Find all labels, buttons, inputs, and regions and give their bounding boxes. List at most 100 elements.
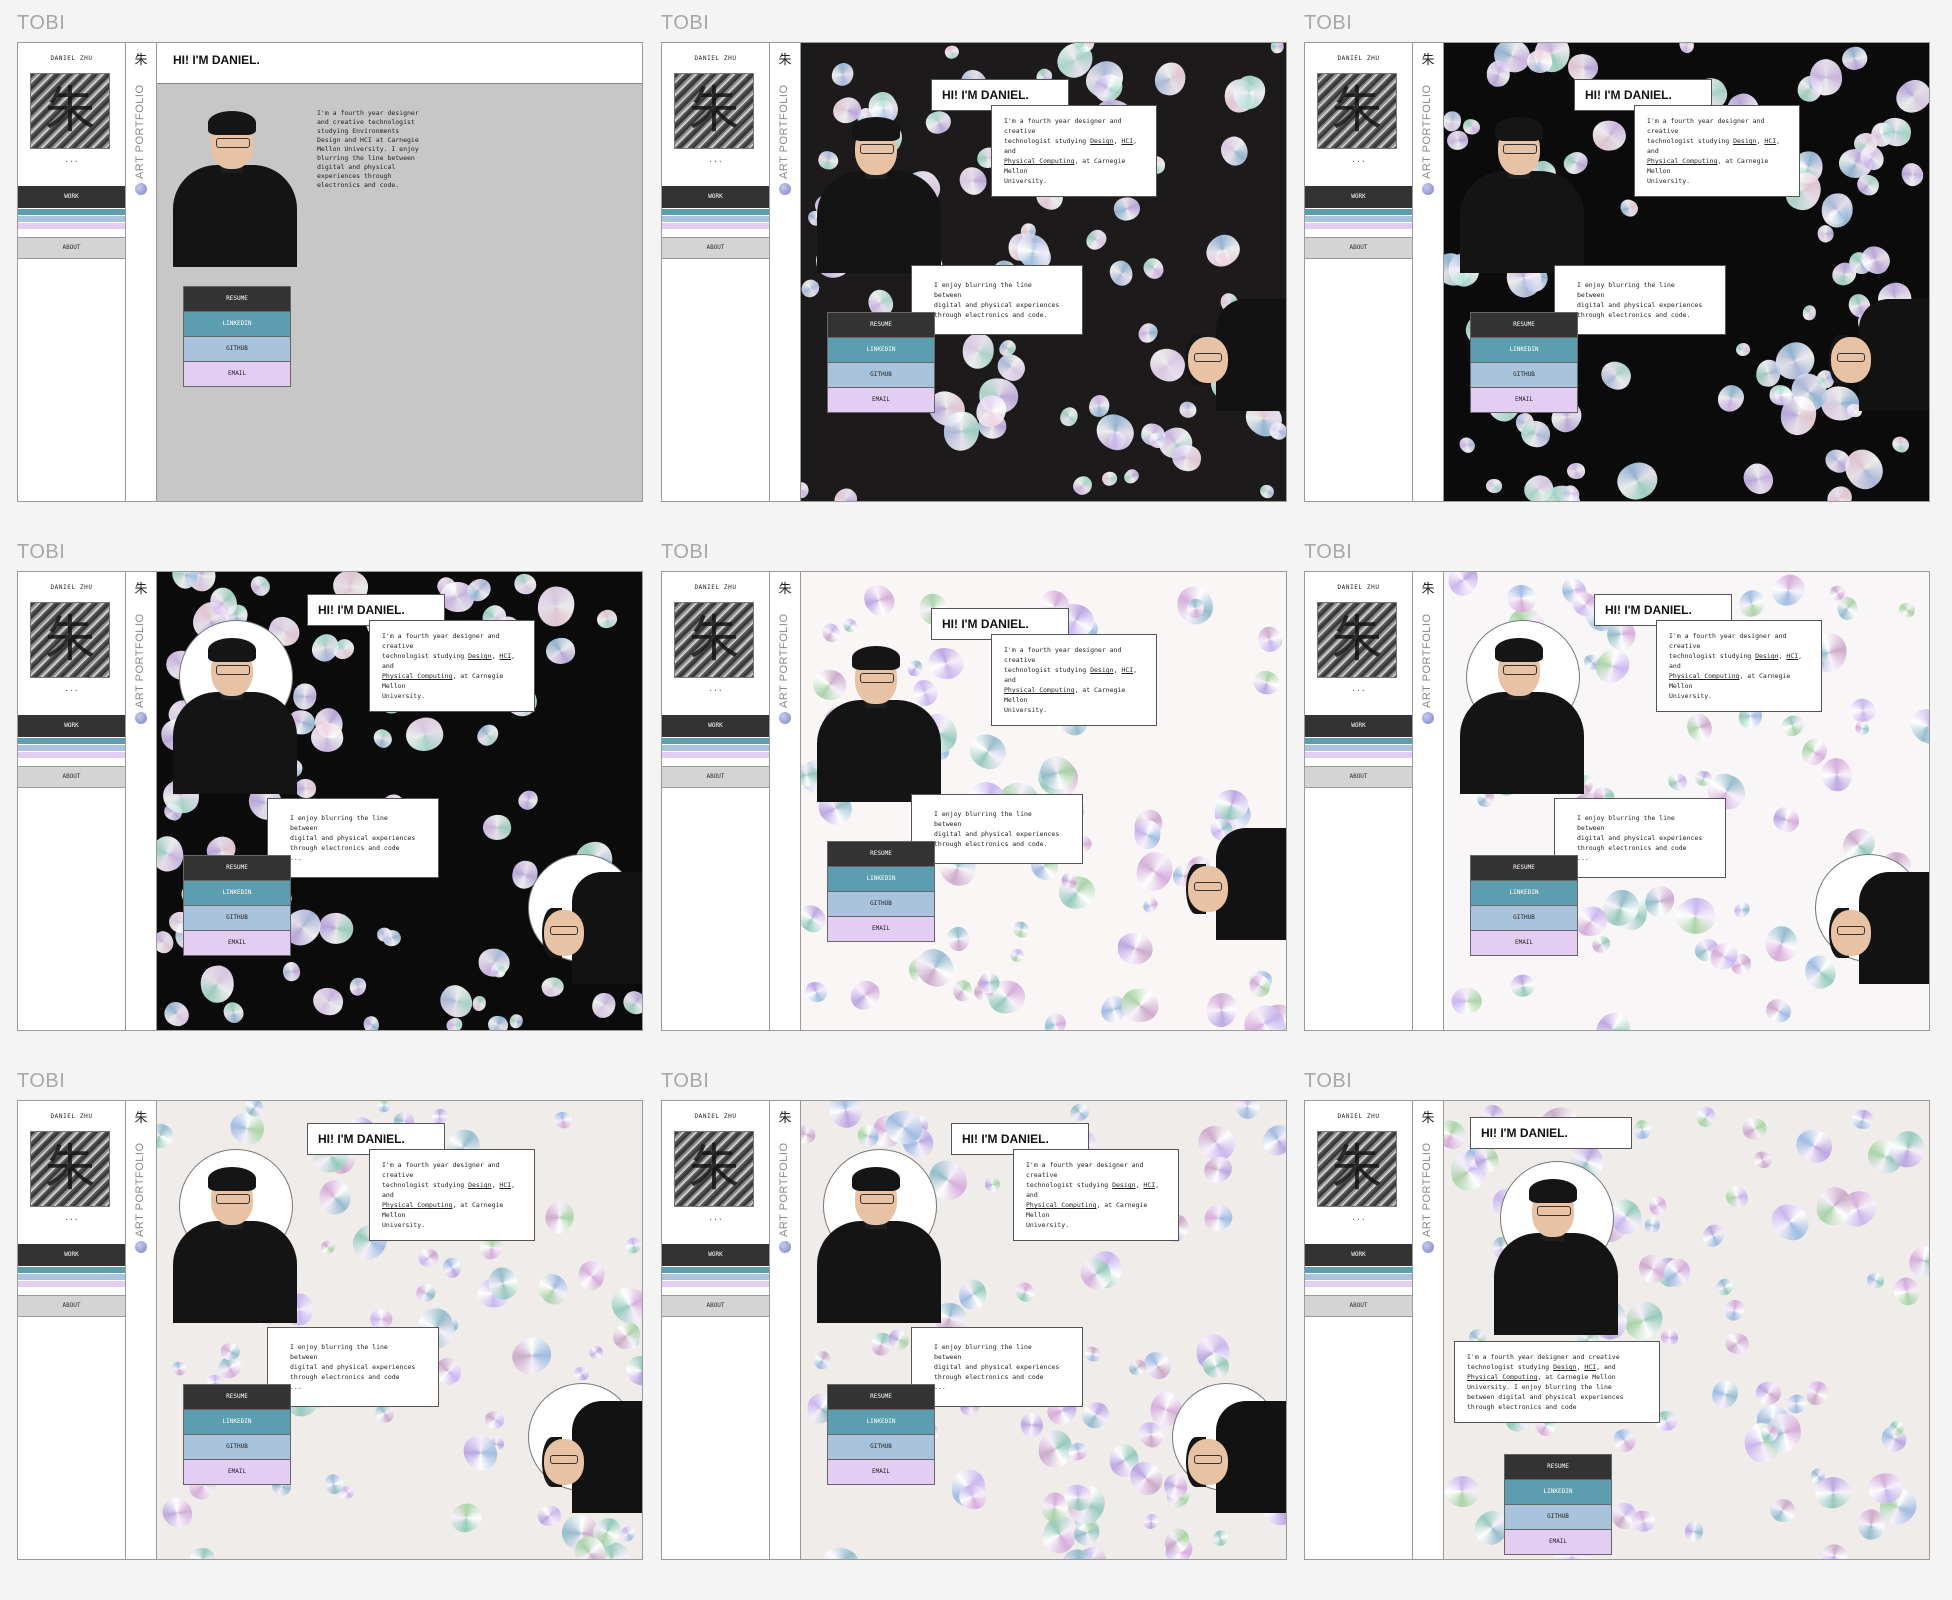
email-button[interactable]: EMAIL (183, 361, 291, 387)
nav-about[interactable]: ABOUT (1305, 1295, 1412, 1317)
linkedin-button[interactable]: LINKEDIN (183, 1409, 291, 1435)
shell-icon[interactable] (779, 183, 791, 195)
github-button[interactable]: GITHUB (1504, 1504, 1612, 1530)
nav-stripe-teal[interactable] (662, 738, 769, 744)
resume-button[interactable]: RESUME (827, 1384, 935, 1410)
email-button[interactable]: EMAIL (827, 1459, 935, 1485)
github-button[interactable]: GITHUB (1470, 905, 1578, 931)
art-portfolio-link[interactable]: ART PORTFOLIO (1421, 69, 1433, 179)
physical-computing-link[interactable]: Physical Computing (382, 1201, 452, 1209)
github-button[interactable]: GITHUB (183, 336, 291, 362)
github-button[interactable]: GITHUB (1470, 362, 1578, 388)
linkedin-button[interactable]: LINKEDIN (827, 866, 935, 892)
email-button[interactable]: EMAIL (827, 387, 935, 413)
hci-link[interactable]: HCI (1143, 1181, 1155, 1189)
email-button[interactable]: EMAIL (183, 1459, 291, 1485)
github-button[interactable]: GITHUB (827, 891, 935, 917)
nav-work[interactable]: WORK (1305, 186, 1412, 208)
nav-work[interactable]: WORK (18, 186, 125, 208)
email-button[interactable]: EMAIL (1470, 930, 1578, 956)
nav-work[interactable]: WORK (18, 1244, 125, 1266)
nav-stripe-blue[interactable] (662, 216, 769, 222)
email-button[interactable]: EMAIL (1470, 387, 1578, 413)
nav-stripe-blue[interactable] (18, 745, 125, 751)
nav-work[interactable]: WORK (1305, 1244, 1412, 1266)
nav-about[interactable]: ABOUT (1305, 237, 1412, 259)
nav-work[interactable]: WORK (662, 1244, 769, 1266)
design-link[interactable]: Design (1733, 137, 1756, 145)
nav-stripe-blue[interactable] (1305, 216, 1412, 222)
art-portfolio-link[interactable]: ART PORTFOLIO (134, 1127, 146, 1237)
nav-work[interactable]: WORK (18, 715, 125, 737)
shell-icon[interactable] (779, 712, 791, 724)
shell-icon[interactable] (779, 1241, 791, 1253)
physical-computing-link[interactable]: Physical Computing (1467, 1373, 1537, 1381)
linkedin-button[interactable]: LINKEDIN (183, 880, 291, 906)
physical-computing-link[interactable]: Physical Computing (1026, 1201, 1096, 1209)
nav-work[interactable]: WORK (662, 186, 769, 208)
design-link[interactable]: Design (1090, 666, 1113, 674)
nav-stripe-blue[interactable] (1305, 1274, 1412, 1280)
nav-about[interactable]: ABOUT (662, 766, 769, 788)
hci-link[interactable]: HCI (1786, 652, 1798, 660)
nav-stripe-lavender[interactable] (1305, 1281, 1412, 1287)
design-link[interactable]: Design (468, 652, 491, 660)
hci-link[interactable]: HCI (1121, 666, 1133, 674)
linkedin-button[interactable]: LINKEDIN (1470, 337, 1578, 363)
nav-stripe-teal[interactable] (1305, 1267, 1412, 1273)
art-portfolio-link[interactable]: ART PORTFOLIO (1421, 598, 1433, 708)
nav-stripe-lavender[interactable] (662, 752, 769, 758)
art-portfolio-link[interactable]: ART PORTFOLIO (778, 1127, 790, 1237)
nav-stripe-blue[interactable] (18, 1274, 125, 1280)
nav-stripe-lavender[interactable] (662, 223, 769, 229)
nav-stripe-lavender[interactable] (18, 752, 125, 758)
nav-stripe-teal[interactable] (18, 209, 125, 215)
nav-stripe-lavender[interactable] (1305, 752, 1412, 758)
linkedin-button[interactable]: LINKEDIN (1470, 880, 1578, 906)
linkedin-button[interactable]: LINKEDIN (827, 1409, 935, 1435)
email-button[interactable]: EMAIL (827, 916, 935, 942)
art-portfolio-link[interactable]: ART PORTFOLIO (134, 598, 146, 708)
github-button[interactable]: GITHUB (183, 1434, 291, 1460)
resume-button[interactable]: RESUME (183, 1384, 291, 1410)
design-link[interactable]: Design (1112, 1181, 1135, 1189)
nav-work[interactable]: WORK (662, 715, 769, 737)
shell-icon[interactable] (135, 183, 147, 195)
nav-about[interactable]: ABOUT (662, 237, 769, 259)
linkedin-button[interactable]: LINKEDIN (183, 311, 291, 337)
physical-computing-link[interactable]: Physical Computing (1669, 672, 1739, 680)
art-portfolio-link[interactable]: ART PORTFOLIO (778, 598, 790, 708)
hci-link[interactable]: HCI (1121, 137, 1133, 145)
resume-button[interactable]: RESUME (183, 286, 291, 312)
nav-stripe-teal[interactable] (18, 1267, 125, 1273)
shell-icon[interactable] (1422, 1241, 1434, 1253)
physical-computing-link[interactable]: Physical Computing (1004, 157, 1074, 165)
design-link[interactable]: Design (1553, 1363, 1576, 1371)
resume-button[interactable]: RESUME (183, 855, 291, 881)
art-portfolio-link[interactable]: ART PORTFOLIO (778, 69, 790, 179)
design-link[interactable]: Design (1090, 137, 1113, 145)
nav-stripe-blue[interactable] (18, 216, 125, 222)
shell-icon[interactable] (135, 1241, 147, 1253)
nav-about[interactable]: ABOUT (662, 1295, 769, 1317)
resume-button[interactable]: RESUME (1470, 855, 1578, 881)
nav-about[interactable]: ABOUT (18, 1295, 125, 1317)
physical-computing-link[interactable]: Physical Computing (382, 672, 452, 680)
shell-icon[interactable] (1422, 712, 1434, 724)
nav-stripe-teal[interactable] (1305, 738, 1412, 744)
hci-link[interactable]: HCI (499, 652, 511, 660)
linkedin-button[interactable]: LINKEDIN (827, 337, 935, 363)
hci-link[interactable]: HCI (499, 1181, 511, 1189)
nav-stripe-teal[interactable] (662, 209, 769, 215)
nav-stripe-lavender[interactable] (18, 223, 125, 229)
github-button[interactable]: GITHUB (827, 362, 935, 388)
resume-button[interactable]: RESUME (1470, 312, 1578, 338)
nav-stripe-blue[interactable] (1305, 745, 1412, 751)
shell-icon[interactable] (135, 712, 147, 724)
github-button[interactable]: GITHUB (183, 905, 291, 931)
nav-stripe-lavender[interactable] (662, 1281, 769, 1287)
physical-computing-link[interactable]: Physical Computing (1647, 157, 1717, 165)
nav-stripe-lavender[interactable] (1305, 223, 1412, 229)
email-button[interactable]: EMAIL (1504, 1529, 1612, 1555)
resume-button[interactable]: RESUME (827, 312, 935, 338)
